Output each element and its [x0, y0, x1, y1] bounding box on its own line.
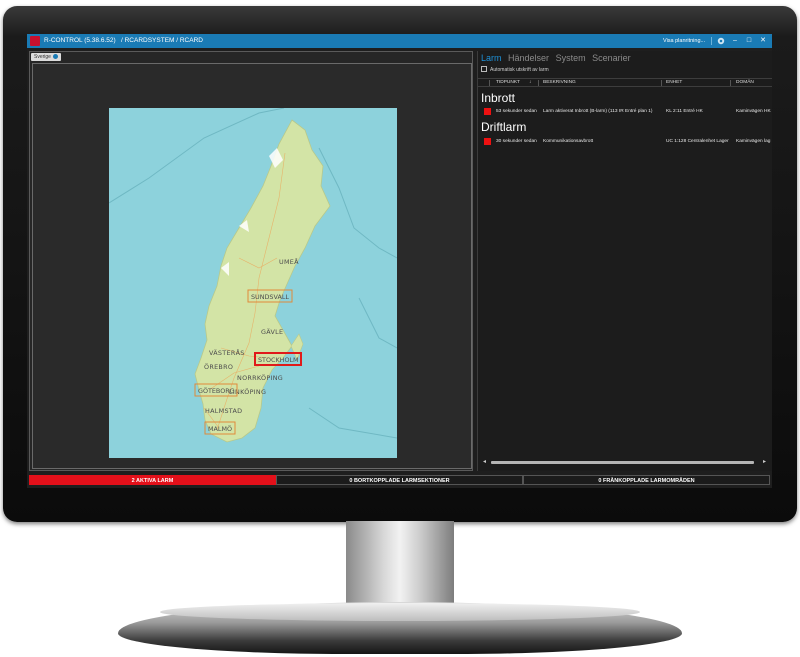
tab-handelser[interactable]: Händelser — [508, 53, 549, 63]
auto-print-option[interactable]: Automatisk utskrift av larm — [481, 66, 549, 74]
city-halmstad[interactable]: HALMSTAD — [205, 407, 242, 415]
column-separator — [661, 80, 662, 86]
auto-print-checkbox[interactable] — [481, 66, 487, 72]
city-goteborg: GÖTEBORG — [198, 386, 235, 395]
view-floorplan-link[interactable]: Visa planritning... — [663, 34, 705, 48]
horizontal-scrollbar[interactable]: ◂ ▸ — [483, 459, 770, 466]
tab-system[interactable]: System — [556, 53, 586, 63]
alarm-unit: UC 1:128 Centralenhet Lager — [666, 139, 729, 144]
app-screen: R-CONTROL (5.38.6.52) / RCARDSYSTEM / RC… — [27, 34, 772, 488]
city-vasteras[interactable]: VÄSTERÅS — [209, 348, 245, 357]
scroll-left-icon[interactable]: ◂ — [483, 459, 486, 466]
tab-close-icon[interactable] — [52, 54, 58, 59]
alarm-domain: Kaminvägen lag — [736, 139, 771, 144]
alarm-table-header: TIDPUNKT ↓ BESKRIVNING ENHET DOMÄN — [478, 78, 772, 87]
auto-print-label: Automatisk utskrift av larm — [490, 67, 549, 73]
disconnected-sections-button[interactable]: 0 BORTKOPPLADE LARMSEKTIONER — [276, 475, 523, 485]
monitor-foot-top — [160, 603, 640, 621]
column-separator — [730, 80, 731, 86]
tab-label: Sverige — [34, 54, 51, 60]
close-button[interactable]: ✕ — [756, 34, 770, 48]
monitor-neck — [346, 521, 454, 613]
scrollbar-thumb[interactable] — [491, 461, 754, 464]
col-description[interactable]: BESKRIVNING — [543, 79, 576, 87]
scroll-right-icon[interactable]: ▸ — [763, 459, 766, 466]
alarm-row[interactable]: 30 sekunder sedan Kommunikationsavbrott … — [478, 137, 772, 146]
col-unit[interactable]: ENHET — [666, 79, 682, 87]
col-time[interactable]: TIDPUNKT — [496, 79, 520, 87]
sweden-map[interactable]: UMEÅ GÄVLE VÄSTERÅS ÖREBRO NORRKÖPING LI… — [109, 108, 397, 458]
maximize-button[interactable]: □ — [742, 34, 756, 48]
tab-sverige[interactable]: Sverige — [31, 53, 61, 61]
tab-scenarier[interactable]: Scenarier — [592, 53, 631, 63]
alarm-time: 53 sekunder sedan — [496, 109, 537, 114]
gear-icon[interactable] — [714, 34, 728, 48]
alarm-description: Larm aktiverat Inbrott (B-larm) (113 IR … — [543, 109, 653, 114]
minimize-button[interactable]: – — [728, 34, 742, 48]
sort-down-icon[interactable]: ↓ — [529, 79, 531, 87]
col-domain[interactable]: DOMÄN — [736, 79, 754, 87]
map-pane: Sverige UMEÅ GÄVLE VÄSTERÅS ÖREBRO NORRK… — [29, 51, 473, 471]
app-logo-icon — [30, 36, 40, 46]
city-gavle[interactable]: GÄVLE — [261, 327, 283, 336]
monitor: R-CONTROL (5.38.6.52) / RCARDSYSTEM / RC… — [0, 0, 800, 657]
map-view: UMEÅ GÄVLE VÄSTERÅS ÖREBRO NORRKÖPING LI… — [32, 63, 472, 469]
title-separator — [711, 37, 712, 45]
alarm-tabs: Larm Händelser System Scenarier — [481, 53, 635, 63]
disconnected-areas-button[interactable]: 0 FRÅNKOPPLADE LARMOMRÅDEN — [523, 475, 770, 485]
title-bar: R-CONTROL (5.38.6.52) / RCARDSYSTEM / RC… — [27, 34, 772, 48]
alarm-pane: Larm Händelser System Scenarier Automati… — [477, 51, 772, 471]
alarm-row[interactable]: 53 sekunder sedan Larm aktiverat Inbrott… — [478, 107, 772, 116]
column-separator — [538, 80, 539, 86]
city-orebro[interactable]: ÖREBRO — [204, 362, 233, 371]
city-norrkoping[interactable]: NORRKÖPING — [237, 373, 283, 382]
window-title: R-CONTROL (5.38.6.52) — [44, 37, 116, 44]
alarm-domain: Kaminvägen HK — [736, 109, 771, 114]
city-sundsvall: SUNDSVALL — [251, 293, 289, 301]
alarm-status-indicator — [484, 138, 491, 145]
alarm-time: 30 sekunder sedan — [496, 139, 537, 144]
column-separator — [489, 80, 490, 86]
city-umea[interactable]: UMEÅ — [279, 257, 299, 266]
window-path: / RCARDSYSTEM / RCARD — [121, 37, 203, 44]
alarm-description: Kommunikationsavbrott — [543, 139, 594, 144]
group-inbrott[interactable]: Inbrott — [481, 91, 515, 105]
group-driftlarm[interactable]: Driftlarm — [481, 120, 526, 134]
tab-larm[interactable]: Larm — [481, 53, 502, 63]
active-alarms-button[interactable]: 2 AKTIVA LARM — [29, 475, 276, 485]
city-stockholm: STOCKHOLM — [258, 356, 299, 364]
status-bar: 2 AKTIVA LARM 0 BORTKOPPLADE LARMSEKTION… — [29, 475, 770, 485]
alarm-status-indicator — [484, 108, 491, 115]
city-malmo: MALMÖ — [208, 424, 232, 433]
alarm-unit: KL 2:11 Entré HK — [666, 109, 703, 114]
